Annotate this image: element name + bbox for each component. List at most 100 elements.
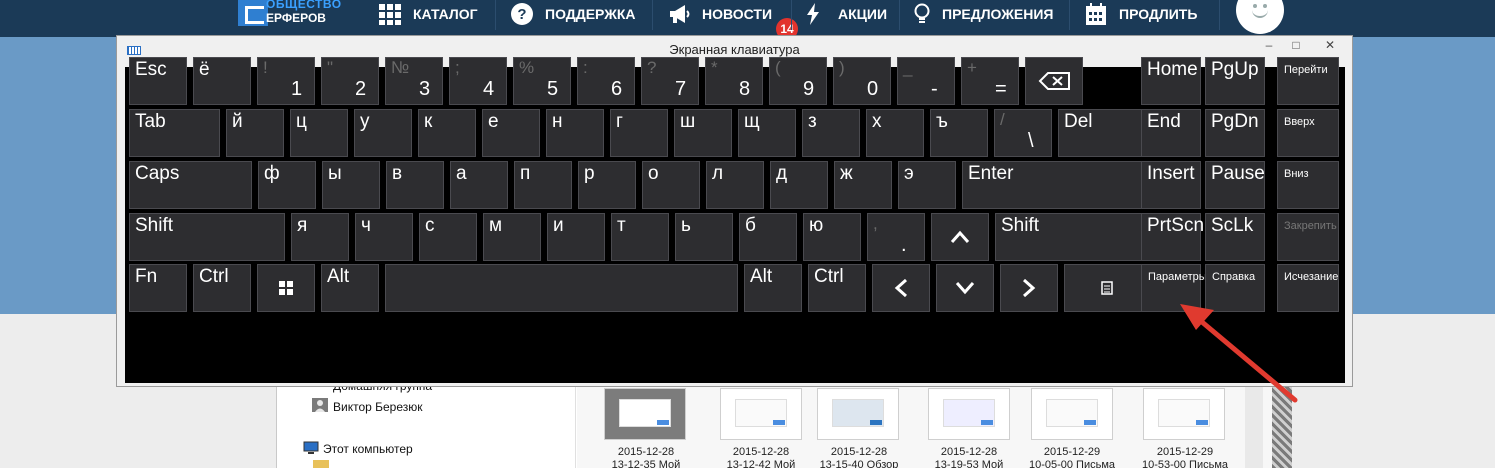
key-tab[interactable]: Tab bbox=[129, 109, 220, 157]
key-р[interactable]: р bbox=[578, 161, 636, 209]
menu-key[interactable] bbox=[1064, 264, 1150, 312]
key-insert[interactable]: Insert bbox=[1141, 161, 1201, 209]
key-6[interactable]: :6 bbox=[577, 57, 635, 105]
key-з[interactable]: з bbox=[802, 109, 860, 157]
key-ф[interactable]: ф bbox=[258, 161, 316, 209]
file-thumbnail[interactable] bbox=[720, 388, 802, 440]
key-й[interactable]: й bbox=[226, 109, 284, 157]
file-thumbnail[interactable] bbox=[1031, 388, 1113, 440]
key-перейти[interactable]: Перейти bbox=[1277, 57, 1339, 105]
key-ч[interactable]: ч bbox=[355, 213, 413, 261]
key-н[interactable]: н bbox=[546, 109, 604, 157]
key-ю[interactable]: ю bbox=[803, 213, 861, 261]
key-б[interactable]: б bbox=[739, 213, 797, 261]
key-pgup[interactable]: PgUp bbox=[1205, 57, 1265, 105]
windows-key[interactable] bbox=[257, 264, 315, 312]
key-prtscn[interactable]: PrtScn bbox=[1141, 213, 1204, 261]
key-я[interactable]: я bbox=[291, 213, 349, 261]
key-д[interactable]: д bbox=[770, 161, 828, 209]
tree-item-this-pc[interactable]: Этот компьютер bbox=[323, 442, 413, 456]
arrow-down-key[interactable] bbox=[936, 264, 994, 312]
key-т[interactable]: т bbox=[611, 213, 669, 261]
key-ctrl[interactable]: Ctrl bbox=[808, 264, 866, 312]
key-0[interactable]: ) 0 bbox=[833, 57, 891, 105]
key-blank[interactable]: / \ bbox=[994, 109, 1052, 157]
key-2[interactable]: " 2 bbox=[321, 57, 379, 105]
key-del[interactable]: Del bbox=[1058, 109, 1144, 157]
file-label: 2015-12-28 13-12-42 Мой bbox=[711, 446, 811, 468]
key-ctrl[interactable]: Ctrl bbox=[193, 264, 251, 312]
key-esc[interactable]: Esc bbox=[129, 57, 187, 105]
key-home[interactable]: Home bbox=[1141, 57, 1201, 105]
key-закрепить[interactable]: Закрепить bbox=[1277, 213, 1339, 261]
key-enter[interactable]: Enter bbox=[962, 161, 1145, 209]
maximize-button[interactable]: □ bbox=[1283, 36, 1309, 56]
nav-catalog[interactable]: КАТАЛОГ bbox=[379, 0, 478, 28]
key-с[interactable]: с bbox=[419, 213, 477, 261]
key-э[interactable]: э bbox=[898, 161, 956, 209]
key-blank[interactable]: + = bbox=[961, 57, 1019, 105]
key-у[interactable]: у bbox=[354, 109, 412, 157]
key-fn[interactable]: Fn bbox=[129, 264, 187, 312]
key-ц[interactable]: ц bbox=[290, 109, 348, 157]
key-г[interactable]: г bbox=[610, 109, 668, 157]
key-ё[interactable]: ё bbox=[193, 57, 251, 105]
key-alt[interactable]: Alt bbox=[744, 264, 802, 312]
key-а[interactable]: а bbox=[450, 161, 508, 209]
avatar-eye bbox=[1253, 4, 1257, 8]
key-к[interactable]: к bbox=[418, 109, 476, 157]
key-ш[interactable]: ш bbox=[674, 109, 732, 157]
key-м[interactable]: м bbox=[483, 213, 541, 261]
key-вниз[interactable]: Вниз bbox=[1277, 161, 1339, 209]
arrow-right-key[interactable] bbox=[1000, 264, 1058, 312]
close-button[interactable]: ✕ bbox=[1309, 36, 1351, 56]
arrow-up-key[interactable] bbox=[931, 213, 989, 261]
key-ъ[interactable]: ъ bbox=[930, 109, 988, 157]
key-9[interactable]: (9 bbox=[769, 57, 827, 105]
nav-offers[interactable]: ПРЕДЛОЖЕНИЯ bbox=[914, 0, 1053, 28]
key-pause[interactable]: Pause bbox=[1205, 161, 1265, 209]
key-л[interactable]: л bbox=[706, 161, 764, 209]
space-key[interactable] bbox=[385, 264, 738, 312]
key-о[interactable]: о bbox=[642, 161, 700, 209]
key-ы[interactable]: ы bbox=[322, 161, 380, 209]
nav-support[interactable]: ? ПОДДЕРЖКА bbox=[511, 0, 636, 28]
key-7[interactable]: ? 7 bbox=[641, 57, 699, 105]
key-щ[interactable]: щ bbox=[738, 109, 796, 157]
key-вверх[interactable]: Вверх bbox=[1277, 109, 1339, 157]
key-в[interactable]: в bbox=[386, 161, 444, 209]
minimize-button[interactable]: – bbox=[1255, 36, 1283, 56]
tree-item-user[interactable]: Виктор Березюк bbox=[333, 400, 423, 414]
key-ь[interactable]: ь bbox=[675, 213, 733, 261]
key-8[interactable]: * 8 bbox=[705, 57, 763, 105]
key-1[interactable]: ! 1 bbox=[257, 57, 315, 105]
key-п[interactable]: п bbox=[514, 161, 572, 209]
key-pgdn[interactable]: PgDn bbox=[1205, 109, 1265, 157]
arrow-left-key[interactable] bbox=[872, 264, 930, 312]
key-blank[interactable]: _ - bbox=[897, 57, 955, 105]
nav-renew[interactable]: ПРОДЛИТЬ bbox=[1085, 0, 1197, 28]
key-3[interactable]: № 3 bbox=[385, 57, 443, 105]
key-shift[interactable]: Shift bbox=[995, 213, 1145, 261]
key-4[interactable]: ; 4 bbox=[449, 57, 507, 105]
key-blank[interactable]: ,. bbox=[867, 213, 925, 261]
key-и[interactable]: и bbox=[547, 213, 605, 261]
site-logo[interactable]: ОБЩЕСТВО ЕРФЕРОВ bbox=[238, 0, 348, 30]
key-5[interactable]: % 5 bbox=[513, 57, 571, 105]
key-sclk[interactable]: ScLk bbox=[1205, 213, 1265, 261]
key-е[interactable]: е bbox=[482, 109, 540, 157]
backspace-key[interactable] bbox=[1025, 57, 1083, 105]
key-shift[interactable]: Shift bbox=[129, 213, 285, 261]
key-ж[interactable]: ж bbox=[834, 161, 892, 209]
key-end[interactable]: End bbox=[1141, 109, 1201, 157]
nav-promos[interactable]: АКЦИИ bbox=[806, 0, 887, 28]
key-х[interactable]: х bbox=[866, 109, 924, 157]
file-thumbnail[interactable] bbox=[928, 388, 1010, 440]
nav-news[interactable]: НОВОСТИ bbox=[668, 0, 772, 28]
key-label: о bbox=[648, 163, 659, 184]
key-alt[interactable]: Alt bbox=[321, 264, 379, 312]
user-avatar[interactable] bbox=[1236, 0, 1284, 34]
file-thumbnail[interactable] bbox=[604, 388, 686, 440]
file-thumbnail[interactable] bbox=[817, 388, 899, 440]
key-caps[interactable]: Caps bbox=[129, 161, 252, 209]
